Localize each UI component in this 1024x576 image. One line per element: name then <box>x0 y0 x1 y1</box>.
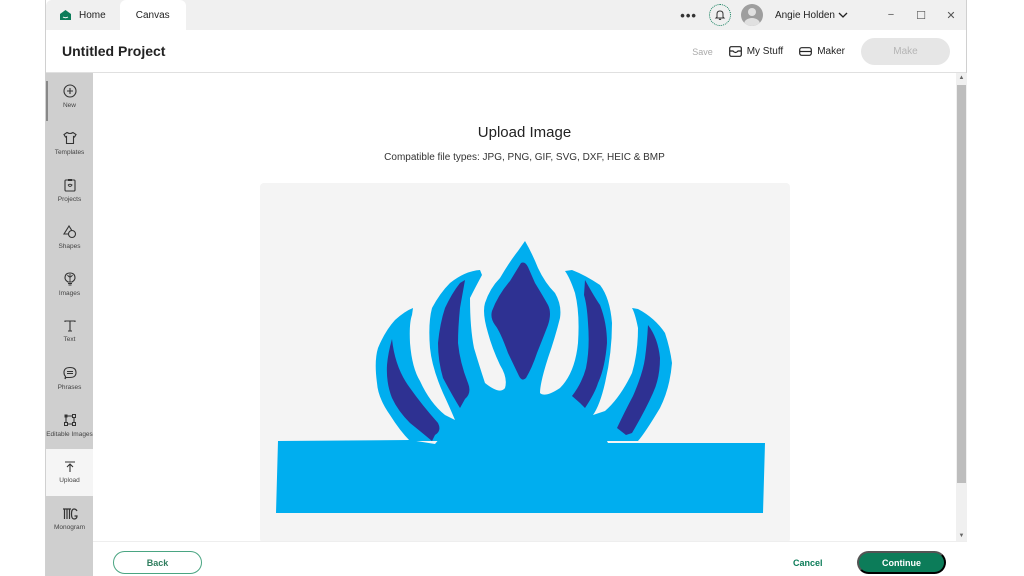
project-header: Untitled Project Save My Stuff Maker Mak… <box>46 30 966 73</box>
crown-image <box>276 241 765 513</box>
upload-icon <box>64 460 75 472</box>
close-button[interactable]: ✕ <box>936 9 966 22</box>
vertical-scrollbar[interactable]: ▲ ▼ <box>956 73 967 541</box>
maximize-button[interactable]: ☐ <box>906 9 936 22</box>
maker-label: Maker <box>817 46 845 57</box>
sidebar-item-label: Projects <box>57 195 82 203</box>
save-button[interactable]: Save <box>692 47 713 57</box>
sidebar-item-templates[interactable]: Templates <box>46 120 93 167</box>
machine-icon <box>799 47 813 56</box>
edit-image-icon <box>63 413 76 426</box>
sidebar-scroll-indicator <box>46 81 48 121</box>
sidebar-item-label: Text <box>63 335 76 343</box>
tab-canvas-label: Canvas <box>135 9 170 21</box>
sidebar-item-label: Templates <box>54 148 85 156</box>
shapes-icon <box>62 224 76 238</box>
user-name: Angie Holden <box>774 9 835 21</box>
sidebar-item-upload[interactable]: Upload <box>46 449 93 496</box>
sidebar-item-label: Editable Images <box>46 430 93 438</box>
my-stuff-button[interactable]: My Stuff <box>728 46 784 57</box>
sidebar-item-shapes[interactable]: Shapes <box>46 214 93 261</box>
scroll-thumb[interactable] <box>957 85 966 483</box>
upload-title: Upload Image <box>477 124 572 141</box>
scroll-up-arrow-icon[interactable]: ▲ <box>956 73 967 83</box>
sidebar-item-new[interactable]: New <box>46 73 93 120</box>
sidebar-item-text[interactable]: Text <box>46 308 93 355</box>
more-dots-icon[interactable]: ••• <box>680 8 697 23</box>
minimize-button[interactable]: − <box>876 9 906 21</box>
sidebar: New Templates Projects Shapes Images Tex… <box>46 73 93 576</box>
chevron-down-icon <box>838 12 848 18</box>
sidebar-item-editable-images[interactable]: Editable Images <box>46 402 93 449</box>
sidebar-item-label: Phrases <box>57 383 82 391</box>
sidebar-item-label: Images <box>58 289 81 297</box>
project-title[interactable]: Untitled Project <box>62 43 165 59</box>
home-icon <box>60 10 71 20</box>
bell-icon[interactable] <box>708 4 731 26</box>
scroll-down-arrow-icon[interactable]: ▼ <box>956 531 967 541</box>
tshirt-icon <box>62 131 77 144</box>
image-preview <box>260 183 790 543</box>
make-button[interactable]: Make <box>861 38 950 65</box>
cancel-button[interactable]: Cancel <box>793 551 823 574</box>
sidebar-item-label: Monogram <box>53 523 86 531</box>
sidebar-item-label: Shapes <box>58 242 81 250</box>
monogram-icon <box>62 507 78 520</box>
lightbulb-icon <box>63 271 76 285</box>
sidebar-item-phrases[interactable]: Phrases <box>46 355 93 402</box>
sidebar-item-monogram[interactable]: Monogram <box>46 496 93 543</box>
inbox-icon <box>728 46 742 57</box>
maker-button[interactable]: Maker <box>799 46 845 57</box>
tab-canvas[interactable]: Canvas <box>119 0 186 30</box>
tab-home[interactable]: Home <box>46 0 120 30</box>
crown-base <box>276 433 765 513</box>
speech-bubble-icon <box>62 366 77 379</box>
sidebar-item-label: Upload <box>59 476 80 484</box>
sidebar-item-images[interactable]: Images <box>46 261 93 308</box>
text-icon <box>63 319 76 332</box>
sidebar-item-projects[interactable]: Projects <box>46 167 93 214</box>
my-stuff-label: My Stuff <box>746 46 784 57</box>
sidebar-item-label: New <box>62 101 76 109</box>
compatible-file-types: Compatible file types: JPG, PNG, GIF, SV… <box>384 152 665 163</box>
plus-circle-icon <box>62 83 77 98</box>
continue-button[interactable]: Continue <box>857 551 946 574</box>
clipboard-icon <box>63 178 76 192</box>
upload-panel: Upload Image Compatible file types: JPG,… <box>93 73 956 543</box>
title-bar: Home Canvas ••• Angie Holden − ☐ ✕ <box>46 0 966 30</box>
app-window: Home Canvas ••• Angie Holden − ☐ ✕ Untit… <box>45 0 967 576</box>
avatar[interactable] <box>740 4 763 26</box>
dialog-footer: Back Cancel Continue <box>93 541 967 576</box>
back-button[interactable]: Back <box>113 551 202 574</box>
user-menu[interactable]: Angie Holden <box>775 10 848 21</box>
tab-home-label: Home <box>79 9 106 21</box>
